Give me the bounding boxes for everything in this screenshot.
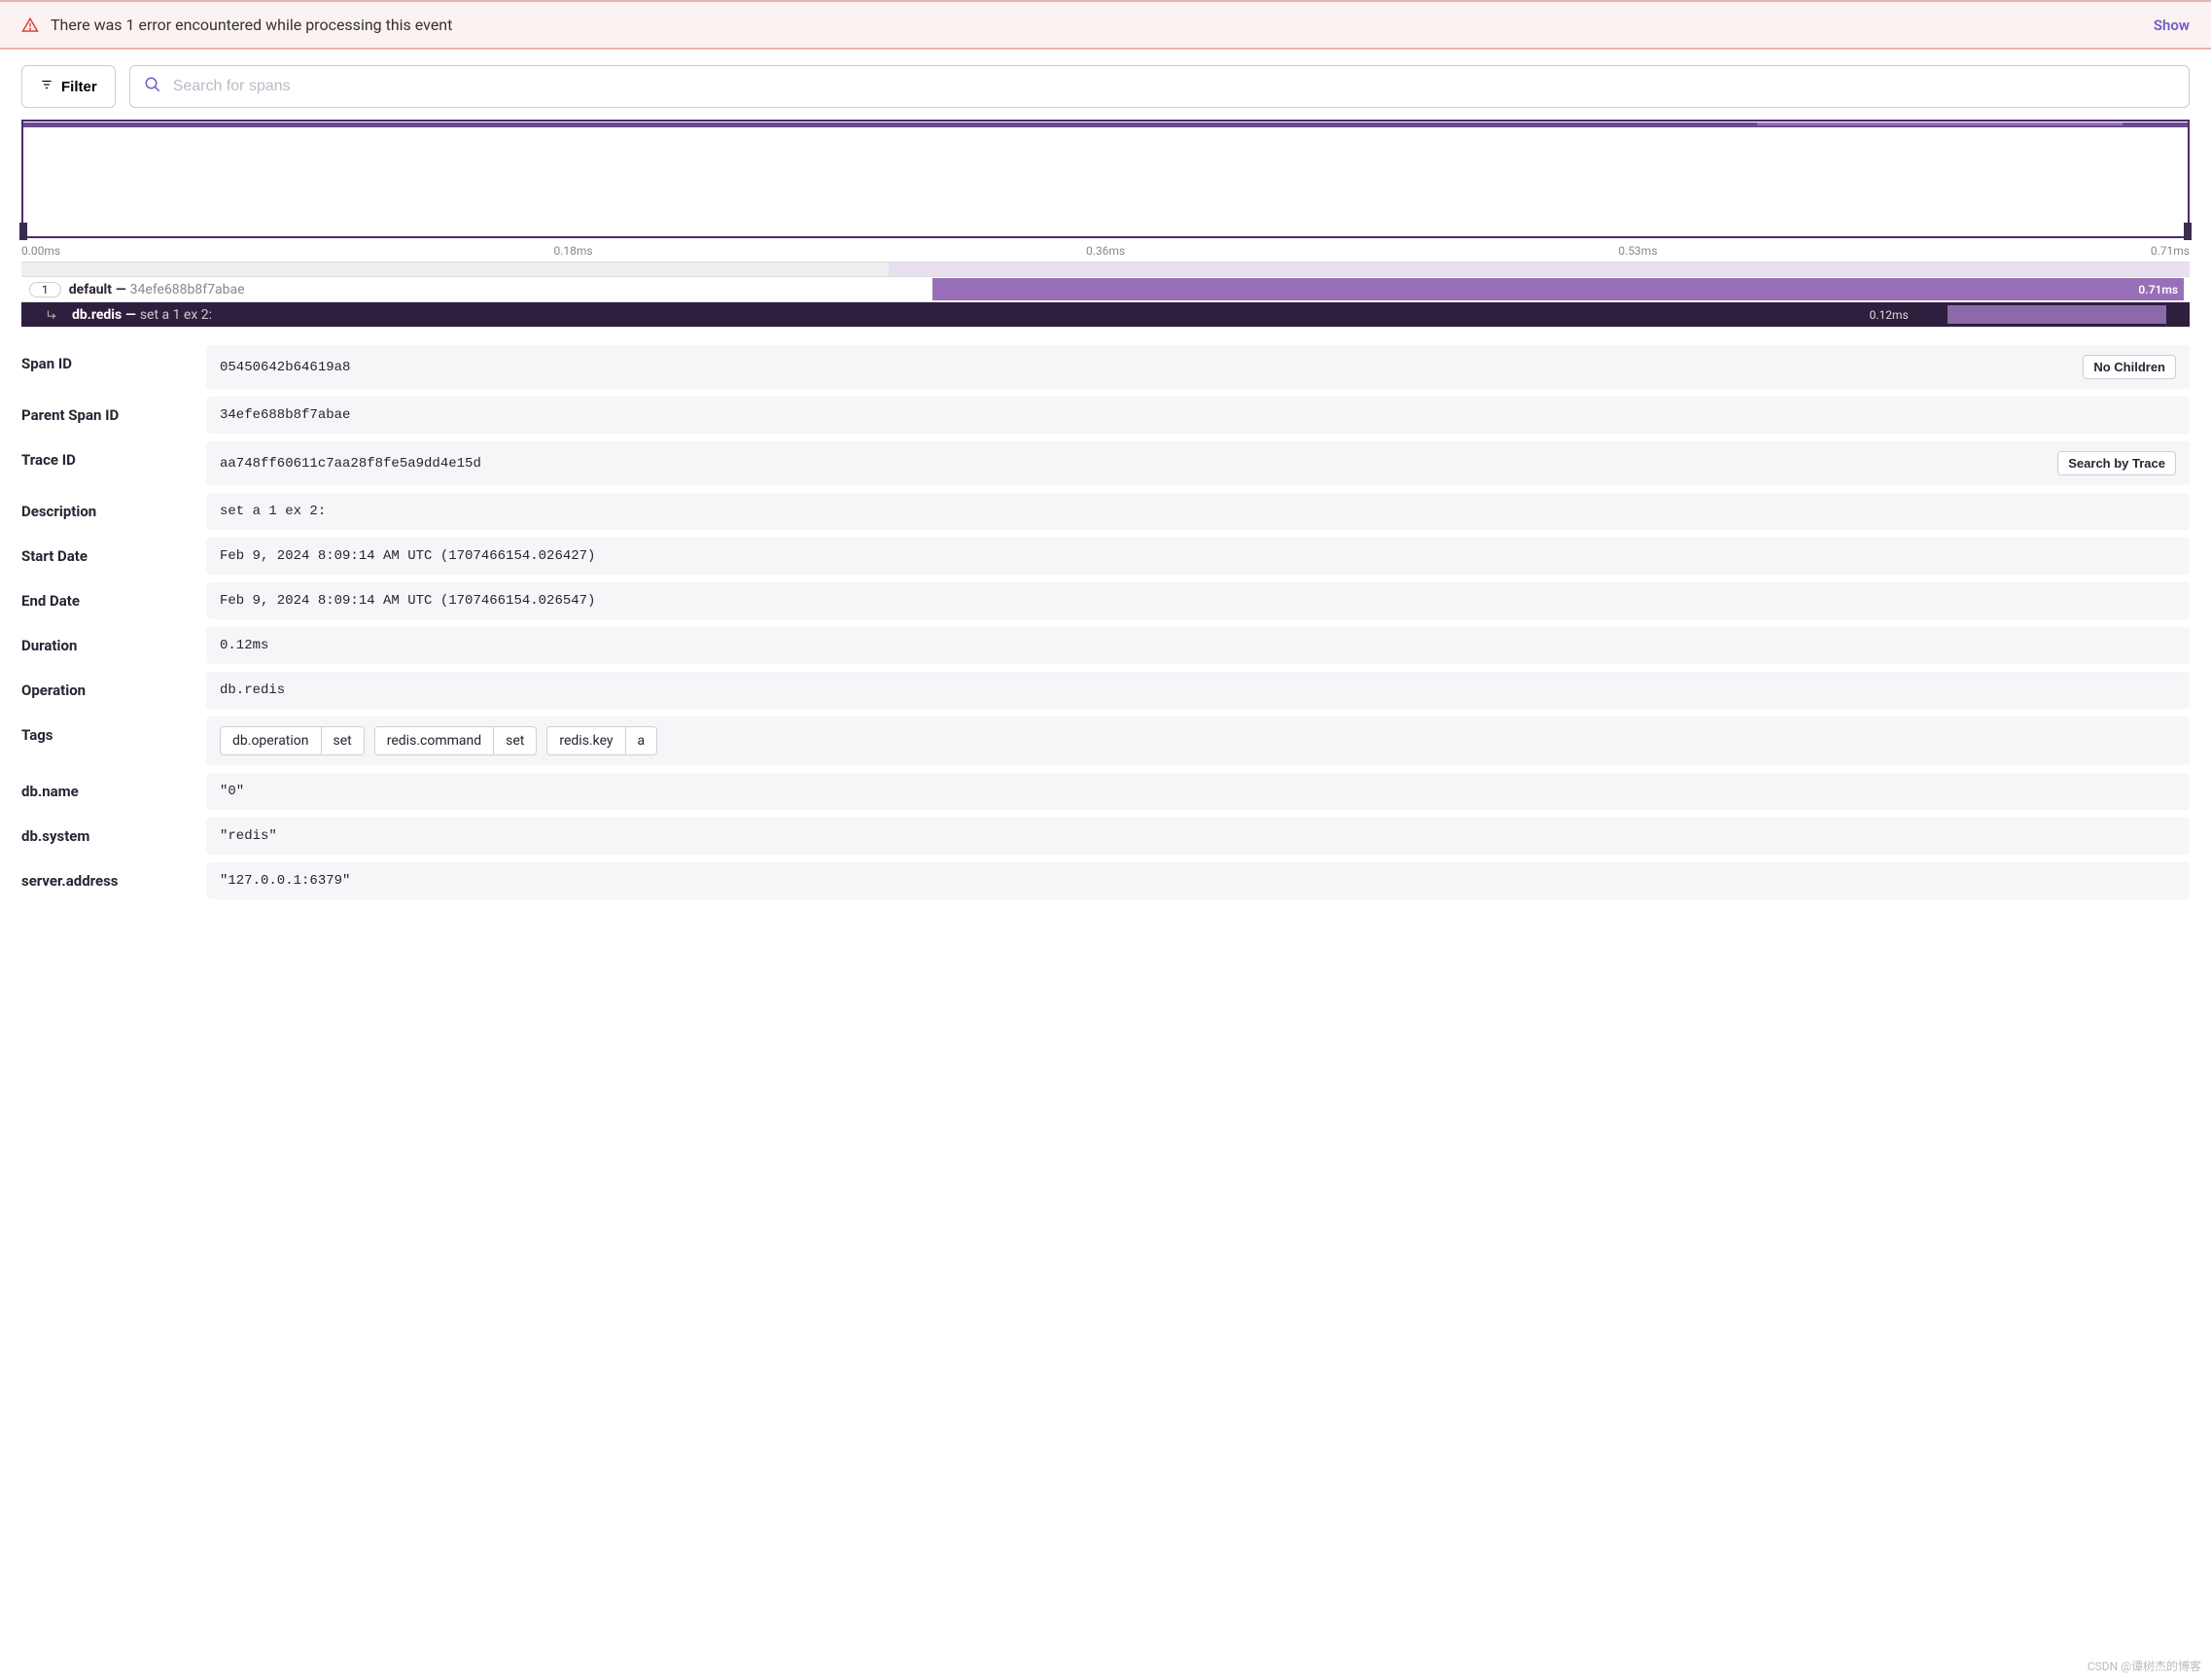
error-banner: There was 1 error encountered while proc… <box>0 0 2211 50</box>
detail-row-operation: Operation db.redis <box>21 672 2190 709</box>
detail-row-db-name: db.name "0" <box>21 773 2190 810</box>
detail-row-end-date: End Date Feb 9, 2024 8:09:14 AM UTC (170… <box>21 582 2190 619</box>
watermark: CSDN @谭树杰的博客 <box>2088 1658 2201 1674</box>
span-row-child[interactable]: db.redis—set a 1 ex 2: 0.12ms <box>21 302 2190 328</box>
filter-icon <box>40 78 53 95</box>
tag-redis-command[interactable]: redis.commandset <box>374 726 538 755</box>
detail-row-db-system: db.system "redis" <box>21 818 2190 855</box>
end-date-value: Feb 9, 2024 8:09:14 AM UTC (1707466154.0… <box>206 582 2190 619</box>
duration-value: 0.12ms <box>206 627 2190 664</box>
timeline-handle-right[interactable] <box>2184 223 2192 240</box>
child-duration: 0.12ms <box>1870 308 1909 322</box>
parent-duration: 0.71ms <box>2138 283 2178 297</box>
parent-span-bar: 0.71ms <box>932 278 2184 300</box>
start-date-value: Feb 9, 2024 8:09:14 AM UTC (1707466154.0… <box>206 538 2190 575</box>
warning-icon <box>21 17 39 34</box>
child-count-pill: 1 <box>29 282 61 298</box>
detail-row-span-id: Span ID 05450642b64619a8 No Children <box>21 345 2190 389</box>
db-name-value: "0" <box>206 773 2190 810</box>
tags-container: db.operationset redis.commandset redis.k… <box>206 717 2190 765</box>
search-box[interactable] <box>129 65 2190 108</box>
timeline-ticks: 0.00ms 0.18ms 0.36ms 0.53ms 0.71ms <box>0 238 2211 262</box>
search-icon <box>144 76 161 97</box>
child-span-label: db.redis—set a 1 ex 2: <box>72 307 212 323</box>
search-input[interactable] <box>173 66 2175 107</box>
detail-row-parent-span-id: Parent Span ID 34efe688b8f7abae <box>21 397 2190 434</box>
detail-row-description: Description set a 1 ex 2: <box>21 493 2190 530</box>
tick: 0.71ms <box>2151 244 2190 258</box>
detail-row-trace-id: Trace ID aa748ff60611c7aa28f8fe5a9dd4e15… <box>21 441 2190 485</box>
timeline-minimap[interactable] <box>21 120 2190 238</box>
tag-db-operation[interactable]: db.operationset <box>220 726 365 755</box>
child-span-bar <box>1948 305 2166 324</box>
timeline-handle-left[interactable] <box>19 223 27 240</box>
tag-redis-key[interactable]: redis.keya <box>546 726 657 755</box>
span-row-parent[interactable]: 1 default—34efe688b8f7abae 0.71ms <box>21 277 2190 302</box>
detail-row-server-address: server.address "127.0.0.1:6379" <box>21 862 2190 899</box>
no-children-button[interactable]: No Children <box>2083 355 2176 379</box>
span-details: Span ID 05450642b64619a8 No Children Par… <box>21 345 2190 899</box>
db-system-value: "redis" <box>206 818 2190 855</box>
tick: 0.36ms <box>1086 244 1125 258</box>
filter-button[interactable]: Filter <box>21 65 116 108</box>
span-id-value: 05450642b64619a8 <box>220 360 350 375</box>
parent-span-label: default—34efe688b8f7abae <box>69 282 245 298</box>
operation-value: db.redis <box>206 672 2190 709</box>
search-by-trace-button[interactable]: Search by Trace <box>2057 451 2176 475</box>
timeline-child-indicator <box>1757 122 2123 125</box>
description-value: set a 1 ex 2: <box>206 493 2190 530</box>
tree-connector-icon <box>45 308 58 322</box>
server-address-value: "127.0.0.1:6379" <box>206 862 2190 899</box>
error-show-link[interactable]: Show <box>2154 17 2190 34</box>
parent-span-id-value: 34efe688b8f7abae <box>206 397 2190 434</box>
filter-label: Filter <box>61 79 97 95</box>
detail-row-tags: Tags db.operationset redis.commandset re… <box>21 717 2190 765</box>
span-header-strip <box>21 262 2190 277</box>
error-message: There was 1 error encountered while proc… <box>51 16 2154 34</box>
trace-id-value: aa748ff60611c7aa28f8fe5a9dd4e15d <box>220 456 481 472</box>
detail-row-start-date: Start Date Feb 9, 2024 8:09:14 AM UTC (1… <box>21 538 2190 575</box>
detail-row-duration: Duration 0.12ms <box>21 627 2190 664</box>
tick: 0.18ms <box>553 244 592 258</box>
tick: 0.00ms <box>21 244 60 258</box>
tick: 0.53ms <box>1618 244 1657 258</box>
